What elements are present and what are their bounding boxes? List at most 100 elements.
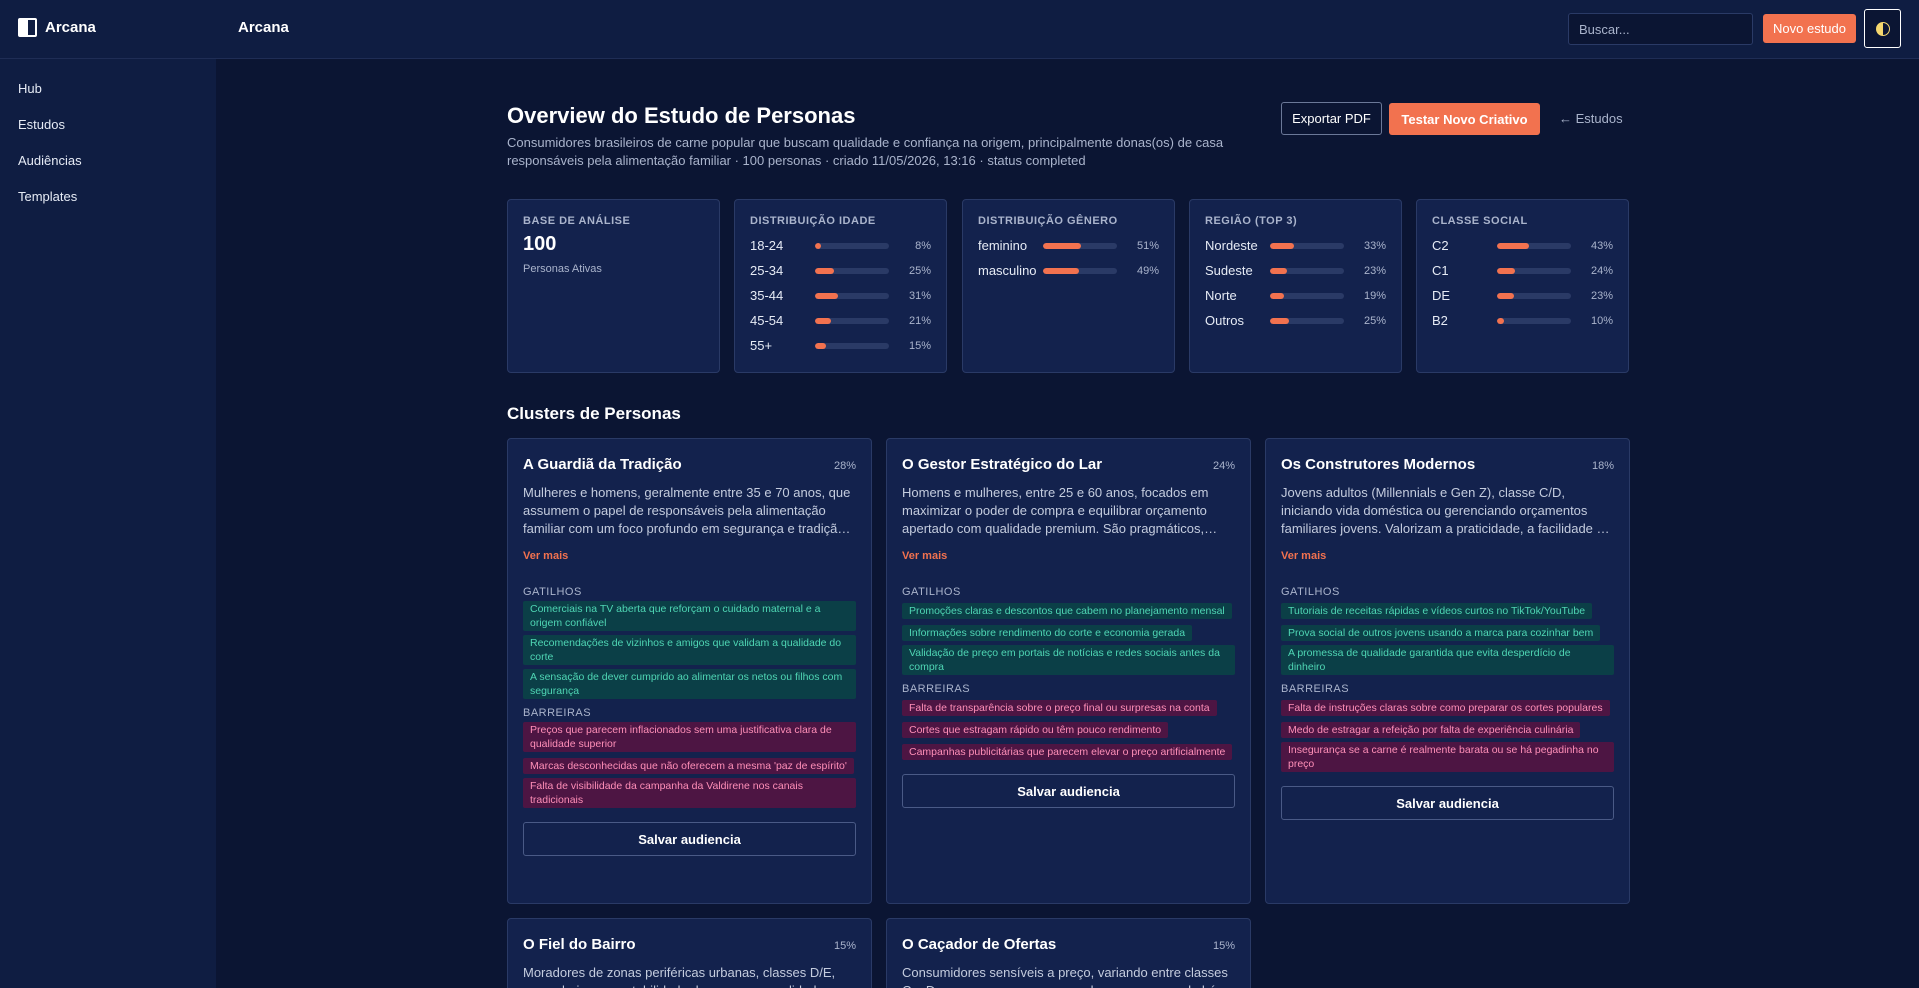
distribution-bar-fill	[1497, 267, 1515, 274]
distribution-list: feminino 51% masculino 49%	[978, 233, 1159, 283]
distribution-bar-fill	[815, 242, 821, 249]
distribution-bar-fill	[1497, 292, 1515, 299]
stat-label: CLASSE SOCIAL	[1432, 215, 1528, 227]
export-pdf-button[interactable]: Exportar PDF	[1281, 102, 1382, 135]
distribution-bar-fill	[1497, 242, 1529, 249]
distribution-percent: 31%	[908, 289, 931, 302]
clusters-title: Clusters de Personas	[507, 404, 681, 423]
distribution-bar	[1497, 242, 1571, 249]
distribution-row: 55+ 15%	[750, 333, 931, 358]
cluster-percent: 24%	[1212, 460, 1235, 472]
distribution-bar	[1497, 292, 1571, 299]
distribution-bar-fill	[1270, 267, 1288, 274]
distribution-row: masculino 49%	[978, 258, 1159, 283]
distribution-bar-fill	[815, 342, 827, 349]
save-audience-button[interactable]: Salvar audiencia	[523, 822, 856, 856]
distribution-percent: 24%	[1590, 264, 1613, 277]
logo-icon	[18, 18, 37, 37]
app-name: Arcana	[45, 19, 96, 36]
distribution-bar-fill	[815, 292, 838, 299]
cluster-header: Os Construtores Modernos 18%	[1281, 456, 1614, 473]
barriers-label: BARREIRAS	[523, 707, 592, 719]
cluster-description: Homens e mulheres, entre 25 e 60 anos, f…	[902, 485, 1209, 536]
distribution-row: C2 43%	[1432, 233, 1613, 258]
distribution-row: Outros 25%	[1205, 308, 1386, 333]
triggers-label: GATILHOS	[523, 586, 582, 598]
page-title: Overview do Estudo de Personas	[507, 103, 856, 128]
sidebar-item-templates[interactable]: Templates	[18, 189, 77, 204]
distribution-bar-fill	[1043, 267, 1080, 274]
distribution-label: Sudeste	[1205, 263, 1253, 278]
distribution-bar	[815, 342, 889, 349]
distribution-bar-fill	[1270, 317, 1289, 324]
distribution-label: Norte	[1205, 288, 1237, 303]
sidebar: Hub Estudos Audiências Templates	[0, 59, 216, 988]
search-input[interactable]	[1568, 13, 1753, 45]
distribution-bar	[1043, 267, 1117, 274]
barriers-list: Falta de instruções claras sobre como pr…	[1281, 698, 1614, 776]
distribution-row: Norte 19%	[1205, 283, 1386, 308]
sidebar-item-hub[interactable]: Hub	[18, 81, 42, 96]
distribution-bar-fill	[815, 267, 834, 274]
trigger-tag: Promoções claras e descontos que cabem n…	[902, 603, 1232, 619]
cluster-percent: 15%	[1212, 940, 1235, 952]
distribution-list: Nordeste 33% Sudeste 23% Norte 19% Outros 25%	[1205, 233, 1386, 333]
barrier-tag: Medo de estragar a refeição por falta de…	[1281, 722, 1581, 738]
distribution-percent: 23%	[1590, 289, 1613, 302]
stat-card-social-class: CLASSE SOCIAL C2 43% C1 24% DE 23% B2 10%	[1416, 199, 1629, 373]
stat-label: DISTRIBUIÇÃO GÊNERO	[978, 215, 1118, 227]
barrier-tag: Falta de visibilidade da campanha da Val…	[523, 778, 856, 808]
sidebar-item-audiencias[interactable]: Audiências	[18, 153, 82, 168]
distribution-row: 18-24 8%	[750, 233, 931, 258]
save-audience-button[interactable]: Salvar audiencia	[902, 774, 1235, 808]
trigger-tag: Recomendações de vizinhos e amigos que v…	[523, 635, 856, 665]
distribution-bar-fill	[815, 317, 831, 324]
cluster-name: Os Construtores Modernos	[1281, 456, 1476, 473]
distribution-bar	[815, 242, 889, 249]
see-more-link[interactable]: Ver mais	[902, 550, 947, 562]
distribution-label: 35-44	[750, 288, 784, 303]
stat-card-region: REGIÃO (TOP 3) Nordeste 33% Sudeste 23% Nort…	[1189, 199, 1402, 373]
sidebar-item-estudos[interactable]: Estudos	[18, 117, 65, 132]
back-to-studies-link[interactable]: ← Estudos	[1559, 111, 1623, 126]
distribution-label: 45-54	[750, 313, 784, 328]
cluster-card: O Gestor Estratégico do Lar 24% Homens e m…	[886, 438, 1251, 904]
distribution-row: 35-44 31%	[750, 283, 931, 308]
new-study-button[interactable]: Novo estudo	[1763, 14, 1856, 43]
distribution-bar	[1497, 317, 1571, 324]
cluster-header: O Caçador de Ofertas 15%	[902, 936, 1235, 953]
stat-card-base: BASE DE ANÁLISE 100 Personas Ativas	[507, 199, 720, 373]
distribution-list: 18-24 8% 25-34 25% 35-44 31% 45-54 21% 55+ 15%	[750, 233, 931, 358]
see-more-link[interactable]: Ver mais	[1281, 550, 1326, 562]
distribution-percent: 21%	[908, 314, 931, 327]
distribution-label: B2	[1432, 313, 1448, 328]
cluster-percent: 28%	[833, 460, 856, 472]
barrier-tag: Falta de instruções claras sobre como pr…	[1281, 700, 1610, 716]
cluster-card: O Fiel do Bairro 15% Moradores de zonas pe…	[507, 918, 872, 988]
barrier-tag: Preços que parecem inflacionados sem uma…	[523, 722, 856, 752]
distribution-row: C1 24%	[1432, 258, 1613, 283]
cluster-name: O Fiel do Bairro	[523, 936, 636, 953]
cluster-header: O Gestor Estratégico do Lar 24%	[902, 456, 1235, 473]
distribution-percent: 10%	[1590, 314, 1613, 327]
distribution-bar	[1043, 242, 1117, 249]
theme-toggle-button[interactable]	[1864, 9, 1901, 48]
cluster-name: A Guardiã da Tradição	[523, 456, 682, 473]
cluster-percent: 15%	[833, 940, 856, 952]
test-creative-button[interactable]: Testar Novo Criativo	[1389, 103, 1540, 135]
cluster-name: O Gestor Estratégico do Lar	[902, 456, 1103, 473]
distribution-percent: 25%	[908, 264, 931, 277]
stat-value: 100	[523, 233, 557, 255]
stat-label: REGIÃO (TOP 3)	[1205, 215, 1298, 227]
distribution-row: 25-34 25%	[750, 258, 931, 283]
barrier-tag: Insegurança se a carne é realmente barat…	[1281, 742, 1614, 772]
see-more-link[interactable]: Ver mais	[523, 550, 568, 562]
app-logo[interactable]: Arcana	[18, 18, 96, 37]
distribution-label: Nordeste	[1205, 238, 1258, 253]
trigger-tag: Tutoriais de receitas rápidas e vídeos c…	[1281, 603, 1593, 619]
distribution-row: Sudeste 23%	[1205, 258, 1386, 283]
distribution-percent: 51%	[1136, 239, 1159, 252]
save-audience-button[interactable]: Salvar audiencia	[1281, 786, 1614, 820]
barriers-list: Preços que parecem inflacionados sem uma…	[523, 722, 856, 812]
distribution-bar-fill	[1270, 292, 1285, 299]
